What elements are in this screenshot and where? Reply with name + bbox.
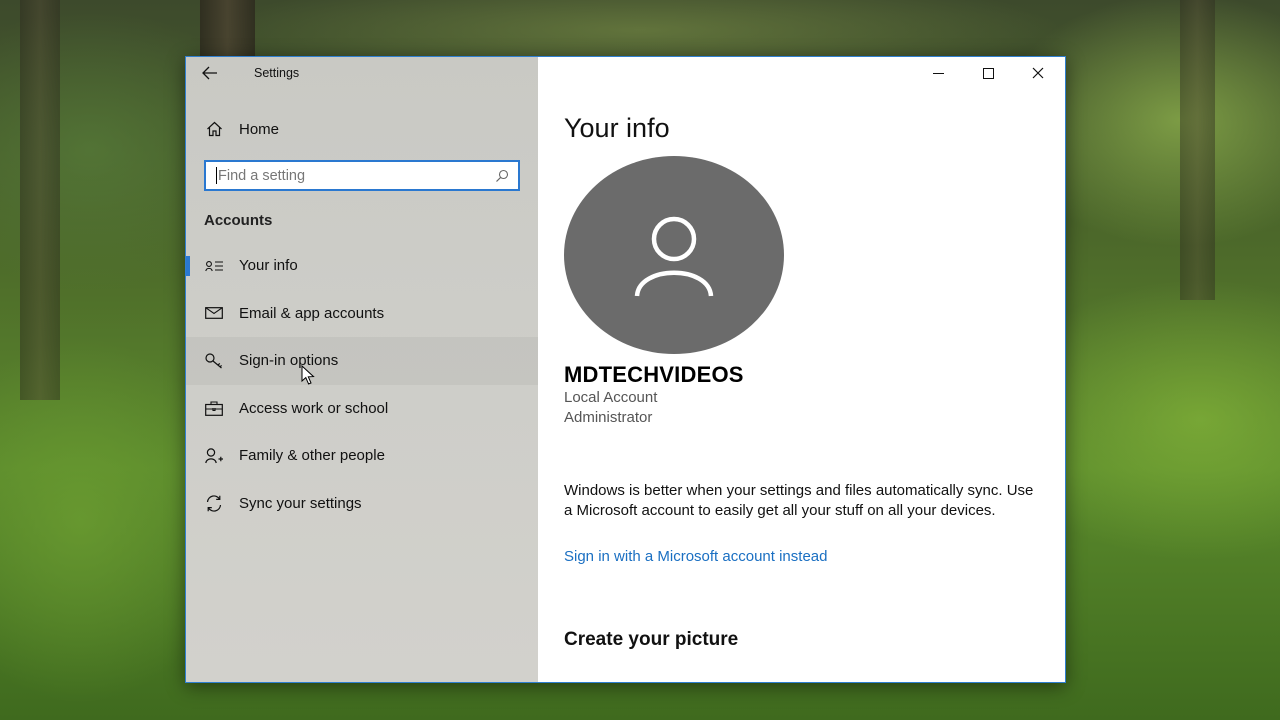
- back-arrow-icon: [202, 66, 217, 80]
- background-trunk: [200, 0, 255, 60]
- nav-label: Access work or school: [239, 399, 389, 417]
- search-input[interactable]: Find a setting: [218, 168, 490, 184]
- close-button[interactable]: [1013, 57, 1063, 89]
- page-title: Your info: [564, 113, 670, 143]
- sign-in-microsoft-link[interactable]: Sign in with a Microsoft account instead: [564, 548, 827, 565]
- background-trunk: [20, 0, 60, 400]
- app-title: Settings: [254, 66, 300, 80]
- nav-item-email-app-accounts[interactable]: Email & app accounts: [186, 290, 538, 338]
- nav-label: Sync your settings: [239, 494, 362, 512]
- username: MDTECHVIDEOS: [564, 362, 744, 387]
- nav-label: Family & other people: [239, 447, 385, 465]
- background-trunk: [1180, 0, 1215, 300]
- account-type: Local Account: [564, 389, 658, 406]
- section-title-accounts: Accounts: [204, 212, 273, 229]
- settings-window: Settings Home Find a setting Accounts Yo…: [185, 56, 1066, 683]
- mouse-cursor-icon: [301, 365, 315, 385]
- home-icon: [204, 121, 224, 137]
- selection-indicator: [186, 256, 190, 276]
- microsoft-account-info: Windows is better when your settings and…: [564, 482, 1034, 519]
- maximize-button[interactable]: [963, 57, 1013, 89]
- minimize-icon: [932, 72, 944, 74]
- nav-item-sign-in-options[interactable]: Sign-in options: [186, 337, 538, 385]
- accounts-nav: Your info Email & app accounts Sign-in o…: [186, 242, 538, 527]
- minimize-button[interactable]: [913, 57, 963, 89]
- close-icon: [1032, 67, 1044, 79]
- maximize-icon: [982, 67, 994, 79]
- person-add-icon: [204, 448, 224, 464]
- section-title-create-picture: Create your picture: [564, 629, 739, 650]
- user-icon: [634, 216, 714, 297]
- search-icon[interactable]: [490, 169, 514, 183]
- home-nav-item[interactable]: Home: [204, 117, 279, 141]
- nav-label: Your info: [239, 257, 298, 275]
- nav-item-family-other-people[interactable]: Family & other people: [186, 432, 538, 480]
- briefcase-icon: [204, 401, 224, 416]
- text-caret: [216, 167, 217, 184]
- sync-icon: [204, 495, 224, 512]
- mail-icon: [204, 307, 224, 320]
- nav-label: Email & app accounts: [239, 304, 385, 322]
- title-bar: Settings: [186, 57, 538, 89]
- contact-card-icon: [204, 260, 224, 272]
- nav-item-access-work-school[interactable]: Access work or school: [186, 385, 538, 433]
- key-icon: [204, 353, 224, 369]
- nav-item-your-info[interactable]: Your info: [186, 242, 538, 290]
- home-label: Home: [239, 120, 280, 138]
- search-box[interactable]: Find a setting: [204, 160, 520, 191]
- sidebar: Settings Home Find a setting Accounts Yo…: [186, 57, 538, 682]
- main-content: Your info MDTECHVIDEOS Local Account Adm…: [538, 57, 1065, 682]
- nav-item-sync-settings[interactable]: Sync your settings: [186, 480, 538, 528]
- avatar: [564, 156, 784, 354]
- back-button[interactable]: [202, 63, 224, 83]
- nav-label: Sign-in options: [239, 352, 339, 370]
- account-role: Administrator: [564, 409, 653, 426]
